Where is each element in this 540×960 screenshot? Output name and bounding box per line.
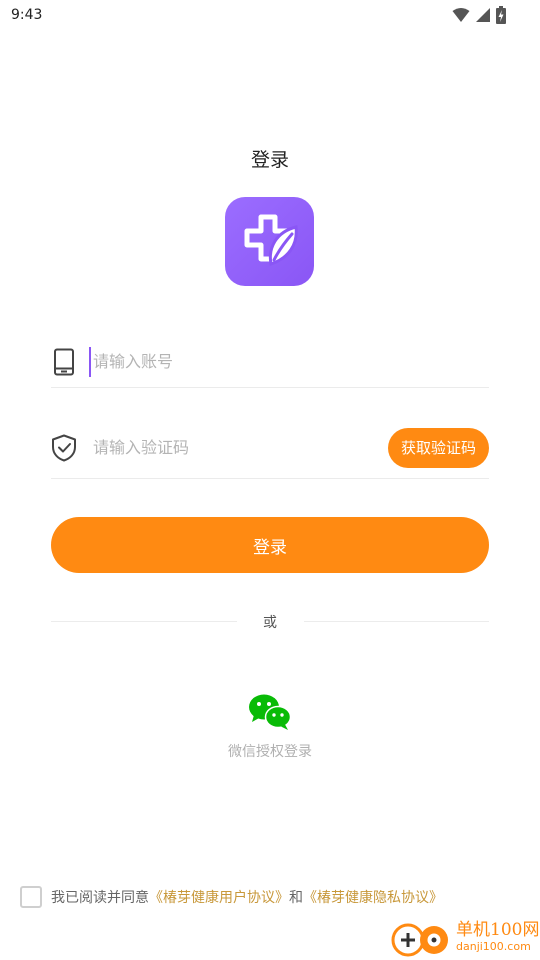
privacy-agreement-link[interactable]: 《椿芽健康隐私协议》 [303, 887, 443, 907]
wechat-login-button[interactable]: 微信授权登录 [210, 693, 330, 765]
signal-icon [476, 8, 490, 22]
phone-icon [51, 347, 77, 377]
code-input[interactable] [93, 432, 388, 463]
shield-check-icon [51, 433, 77, 463]
account-input[interactable] [89, 346, 489, 377]
agreement-checkbox[interactable] [20, 886, 42, 908]
get-code-button[interactable]: 获取验证码 [388, 427, 489, 468]
health-cross-leaf-icon [244, 214, 298, 266]
watermark-logo-icon [391, 923, 448, 956]
app-logo [225, 197, 314, 286]
agreement-prefix: 我已阅读并同意 [51, 890, 149, 906]
status-icons [452, 6, 506, 24]
status-time: 9:43 [11, 7, 43, 23]
watermark-name: 单机100网 [456, 920, 540, 940]
watermark-url: danji100.com [456, 940, 531, 953]
wechat-icon [249, 694, 292, 730]
code-field-row: 获取验证码 [51, 417, 489, 479]
agreement-conjunction: 和 [289, 890, 303, 906]
page-title: 登录 [250, 149, 289, 171]
user-agreement-link[interactable]: 《椿芽健康用户协议》 [149, 887, 289, 907]
watermark: 单机100网 danji100.com [390, 915, 540, 960]
login-button[interactable]: 登录 [51, 517, 489, 573]
divider-line-right [304, 621, 489, 622]
wifi-icon [452, 8, 470, 22]
wechat-login-label: 微信授权登录 [228, 744, 312, 760]
agreement-row: 我已阅读并同意 《椿芽健康用户协议》 和 《椿芽健康隐私协议》 [20, 886, 443, 908]
account-field-row [51, 336, 489, 388]
battery-charging-icon [496, 6, 506, 24]
divider-text: 或 [263, 615, 277, 631]
status-bar: 9:43 [0, 0, 540, 32]
